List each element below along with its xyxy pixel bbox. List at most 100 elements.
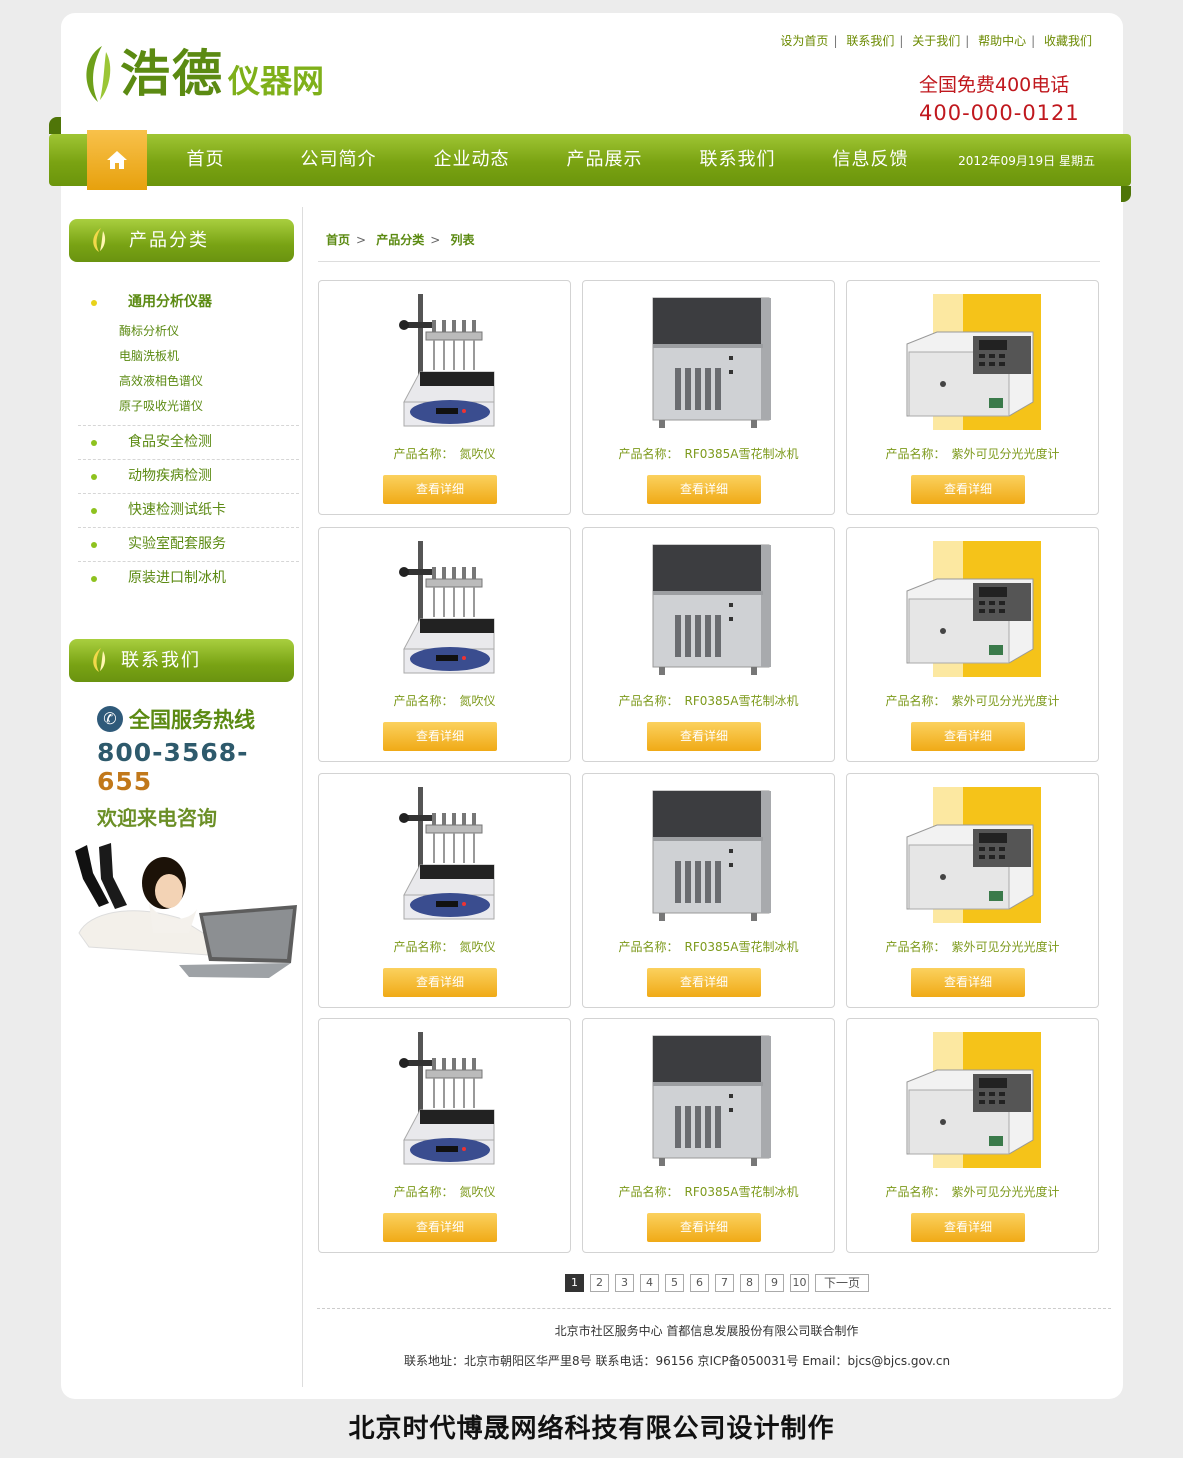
top-link-help[interactable]: 帮助中心: [978, 34, 1026, 48]
nav-item-company[interactable]: 公司简介: [272, 134, 405, 186]
product-card[interactable]: 产品名称： 氮吹仪 查看详细: [318, 773, 571, 1008]
ice-machine-image[interactable]: [583, 289, 834, 434]
nav-item-contact[interactable]: 联系我们: [671, 134, 804, 186]
page-number-button[interactable]: 9: [765, 1274, 784, 1292]
category-item[interactable]: 食品安全检测: [78, 426, 299, 460]
bullet-icon: [91, 474, 97, 480]
view-details-button[interactable]: 查看详细: [647, 968, 761, 997]
category-item[interactable]: 通用分析仪器: [78, 286, 299, 319]
view-details-button[interactable]: 查看详细: [647, 1213, 761, 1242]
page-number-button[interactable]: 7: [715, 1274, 734, 1292]
site-logo[interactable]: 浩德 仪器网: [80, 42, 324, 106]
nitrogen-evaporator-image[interactable]: [319, 289, 570, 434]
product-card[interactable]: 产品名称： 紫外可见分光光度计查看详细: [846, 280, 1099, 515]
product-name-label: 产品名称：: [885, 694, 946, 708]
view-details-button[interactable]: 查看详细: [911, 968, 1025, 997]
product-name-value: RF0385A雪花制冰机: [684, 1185, 799, 1199]
top-link-about[interactable]: 关于我们: [912, 34, 960, 48]
top-link-favorite[interactable]: 收藏我们: [1044, 34, 1092, 48]
product-name-value: 紫外可见分光光度计: [951, 447, 1060, 461]
page-number-button[interactable]: 8: [740, 1274, 759, 1292]
view-details-button[interactable]: 查看详细: [383, 968, 497, 997]
subcategory-item[interactable]: 原子吸收光谱仪: [78, 394, 299, 419]
nav-menu: 首页 公司简介 企业动态 产品展示 联系我们 信息反馈: [139, 134, 937, 186]
home-button[interactable]: [87, 130, 147, 190]
category-item[interactable]: 原装进口制冰机: [78, 562, 299, 595]
product-name: 产品名称： 紫外可见分光光度计: [847, 1183, 1098, 1200]
nav-item-products[interactable]: 产品展示: [538, 134, 671, 186]
breadcrumb-current: 列表: [450, 233, 475, 247]
nav-item-home[interactable]: 首页: [139, 134, 272, 186]
category-item[interactable]: 动物疾病检测: [78, 460, 299, 494]
product-name-value: 紫外可见分光光度计: [951, 1185, 1060, 1199]
view-details-button[interactable]: 查看详细: [911, 475, 1025, 504]
view-details-button[interactable]: 查看详细: [383, 475, 497, 504]
breadcrumb-home[interactable]: 首页: [326, 233, 350, 247]
current-date: 2012年09月19日 星期五: [958, 154, 1095, 168]
bullet-icon: [91, 508, 97, 514]
view-details-button[interactable]: 查看详细: [647, 722, 761, 751]
product-card[interactable]: 产品名称： 氮吹仪 查看详细: [318, 280, 571, 515]
category-item[interactable]: 快速检测试纸卡: [78, 494, 299, 528]
subcategory-item[interactable]: 高效液相色谱仪: [78, 369, 299, 394]
view-details-button[interactable]: 查看详细: [383, 722, 497, 751]
page-number-button[interactable]: 1: [565, 1274, 584, 1292]
view-details-button[interactable]: 查看详细: [383, 1213, 497, 1242]
hotline-label: 全国免费400电话: [919, 74, 1070, 96]
breadcrumb-category[interactable]: 产品分类: [376, 233, 424, 247]
product-card[interactable]: 产品名称： 紫外可见分光光度计 查看详细: [846, 773, 1099, 1008]
ice-machine-image[interactable]: [583, 536, 834, 681]
product-card[interactable]: 产品名称： 紫外可见分光光度计 查看详细: [846, 527, 1099, 762]
nitrogen-evaporator-image[interactable]: [319, 782, 570, 927]
subcategory-item[interactable]: 电脑洗板机: [78, 344, 299, 369]
spectrophotometer-image[interactable]: [847, 1027, 1098, 1172]
sidebar-divider: [302, 207, 303, 1387]
chevron-right-icon: >: [356, 233, 367, 247]
product-card[interactable]: 产品名称： 紫外可见分光光度计查看详细: [846, 1018, 1099, 1253]
product-card[interactable]: 产品名称： RF0385A雪花制冰机 查看详细: [582, 527, 835, 762]
pagination: 1 2 3 4 5 6 7 8 9 10 下一页: [565, 1274, 875, 1292]
category-list: 通用分析仪器 酶标分析仪 电脑洗板机 高效液相色谱仪 原子吸收光谱仪 食品安全检…: [69, 286, 299, 595]
subcategory-item[interactable]: 酶标分析仪: [78, 319, 299, 344]
product-name: 产品名称： 紫外可见分光光度计: [847, 445, 1098, 462]
nitrogen-evaporator-image[interactable]: [319, 1027, 570, 1172]
product-card[interactable]: 产品名称： RF0385A雪花制冰机 查看详细: [582, 1018, 835, 1253]
page-number-button[interactable]: 10: [790, 1274, 809, 1292]
spectrophotometer-image[interactable]: [847, 782, 1098, 927]
product-card[interactable]: 产品名称： 氮吹仪 查看详细: [318, 527, 571, 762]
top-link-homepage[interactable]: 设为首页: [780, 34, 828, 48]
ice-machine-image[interactable]: [583, 782, 834, 927]
chevron-right-icon: >: [430, 233, 441, 247]
nitrogen-evaporator-image[interactable]: [319, 536, 570, 681]
spectrophotometer-image[interactable]: [847, 289, 1098, 434]
page-number-button[interactable]: 2: [590, 1274, 609, 1292]
category-label: 原装进口制冰机: [128, 570, 226, 586]
next-page-button[interactable]: 下一页: [815, 1274, 869, 1292]
view-details-button[interactable]: 查看详细: [911, 1213, 1025, 1242]
product-card[interactable]: 产品名称： RF0385A雪花制冰机 查看详细: [582, 280, 835, 515]
product-name: 产品名称： RF0385A雪花制冰机: [583, 938, 834, 955]
view-details-button[interactable]: 查看详细: [647, 475, 761, 504]
product-card[interactable]: 产品名称： 氮吹仪 查看详细: [318, 1018, 571, 1253]
page-number-button[interactable]: 4: [640, 1274, 659, 1292]
page-number-button[interactable]: 5: [665, 1274, 684, 1292]
page-number-button[interactable]: 3: [615, 1274, 634, 1292]
product-name-value: 氮吹仪: [459, 447, 496, 461]
service-line-label: 全国服务热线: [129, 708, 255, 732]
spectrophotometer-image[interactable]: [847, 536, 1098, 681]
ice-machine-image[interactable]: [583, 1027, 834, 1172]
category-item[interactable]: 实验室配套服务: [78, 528, 299, 562]
top-link-contact[interactable]: 联系我们: [846, 34, 894, 48]
nav-item-news[interactable]: 企业动态: [405, 134, 538, 186]
top-links: 设为首页 | 联系我们 | 关于我们 | 帮助中心 | 收藏我们: [780, 34, 1092, 48]
page-number-button[interactable]: 6: [690, 1274, 709, 1292]
service-hotline: ✆ 全国服务热线 800-3568-655 欢迎来电咨询: [97, 704, 299, 831]
nav-item-feedback[interactable]: 信息反馈: [804, 134, 937, 186]
subcategory-list: 酶标分析仪 电脑洗板机 高效液相色谱仪 原子吸收光谱仪: [78, 319, 299, 426]
phone-icon: ✆: [97, 706, 123, 732]
view-details-button[interactable]: 查看详细: [911, 722, 1025, 751]
product-name-label: 产品名称：: [885, 447, 946, 461]
leaf-icon: [86, 46, 111, 102]
product-card[interactable]: 产品名称： RF0385A雪花制冰机查看详细: [582, 773, 835, 1008]
bullet-icon: [91, 542, 97, 548]
